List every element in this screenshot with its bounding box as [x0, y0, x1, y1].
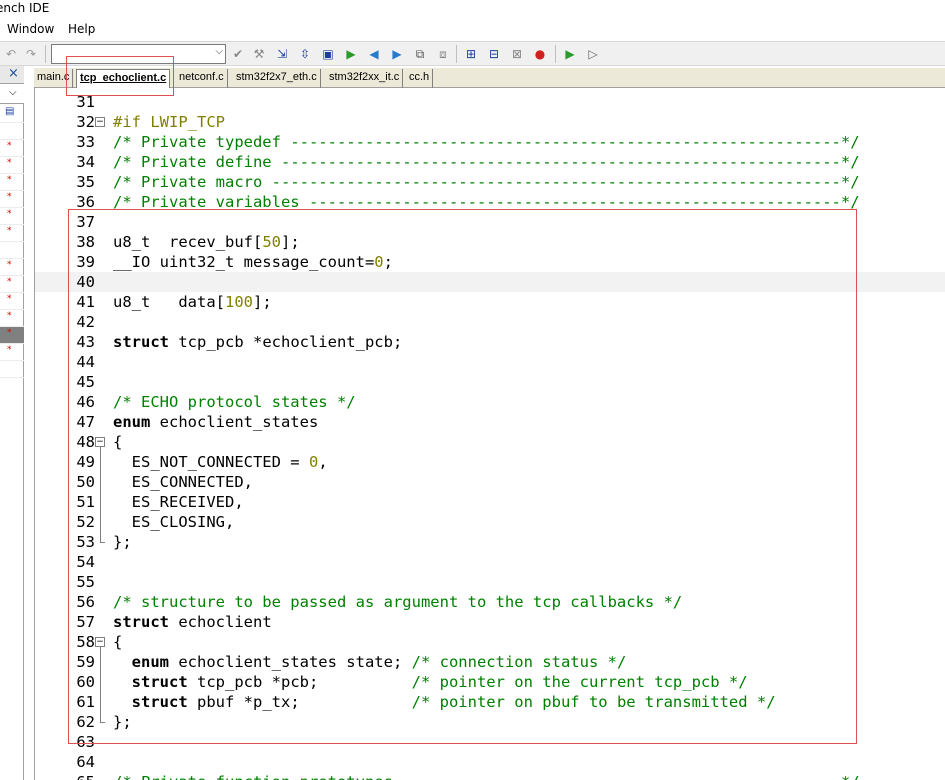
modified-marker-icon: *: [7, 345, 12, 355]
line-number: 34: [76, 153, 95, 171]
batch-build-icon[interactable]: ⊟: [485, 46, 503, 62]
code-line[interactable]: 34 /* Private define --------------------…: [35, 152, 945, 172]
chevron-down-icon[interactable]: ⌵: [9, 87, 17, 98]
bookmark-next-icon[interactable]: ▶: [342, 46, 360, 62]
code-token: /* Private function prototypes ---------…: [113, 773, 860, 780]
workspace-file-row[interactable]: *: [0, 344, 24, 361]
workspace-file-row[interactable]: *: [0, 208, 24, 225]
tab-netconf-c[interactable]: netconf.c: [176, 69, 228, 88]
code-token: #if LWIP_TCP: [113, 113, 225, 131]
tab-cc-h[interactable]: cc.h: [406, 69, 434, 88]
workspace-file-row[interactable]: *: [0, 259, 24, 276]
workspace-file-row[interactable]: *: [0, 140, 24, 157]
tab-stm32f2xx-it-c[interactable]: stm32f2xx_it.c: [326, 69, 404, 88]
go-to-icon[interactable]: ⇲: [273, 46, 291, 62]
code-line[interactable]: 65 /* Private function prototypes -------…: [35, 772, 945, 780]
workspace-file-row[interactable]: *: [0, 310, 24, 327]
window-title: ench IDE: [0, 1, 50, 15]
toolbar-separator: [456, 45, 457, 63]
debug-no-download-icon[interactable]: ▷: [584, 46, 602, 62]
line-number: 33: [76, 133, 95, 151]
workspace-file-row[interactable]: *: [0, 327, 24, 344]
highlight-box-code: [68, 209, 857, 744]
modified-marker-icon: *: [7, 294, 12, 304]
workspace-file-row[interactable]: [0, 361, 24, 378]
menu-item-help[interactable]: Help: [68, 22, 95, 36]
modified-marker-icon: *: [7, 158, 12, 168]
check-icon[interactable]: ✔: [229, 46, 247, 62]
modified-marker-icon: *: [7, 209, 12, 219]
menu-item-window[interactable]: Window: [7, 22, 54, 36]
modified-marker-icon: *: [7, 175, 12, 185]
code-token: /* Private define ----------------------…: [113, 153, 860, 171]
workspace-pane: × ⌵ ▤ * * * * * * * * * * * *: [0, 66, 24, 780]
modified-marker-icon: *: [7, 141, 12, 151]
find-in-files-icon[interactable]: ▣: [319, 46, 337, 62]
breakpoint-icon[interactable]: ●: [531, 46, 549, 62]
chevron-down-icon[interactable]: ⌵: [215, 46, 223, 57]
workspace-file-row[interactable]: *: [0, 293, 24, 310]
workspace-file-row[interactable]: *: [0, 276, 24, 293]
close-icon[interactable]: ×: [8, 66, 19, 81]
stop-build-icon[interactable]: ⊠: [508, 46, 526, 62]
code-text: /* Private typedef ---------------------…: [113, 132, 860, 152]
nav-back-icon[interactable]: ◀: [365, 46, 383, 62]
toolbar-separator: [45, 45, 46, 63]
workspace-file-row[interactable]: ▤: [0, 106, 24, 123]
workspace-file-row[interactable]: *: [0, 157, 24, 174]
line-number: 64: [76, 753, 95, 771]
workspace-file-row[interactable]: *: [0, 191, 24, 208]
workspace-file-row[interactable]: *: [0, 225, 24, 242]
menu-bar: Window Help: [0, 19, 945, 41]
download-debug-icon[interactable]: ▶: [561, 46, 579, 62]
modified-marker-icon: *: [7, 328, 12, 338]
code-text: /* Private define ----------------------…: [113, 152, 860, 172]
modified-marker-icon: *: [7, 260, 12, 270]
nav-forward-icon[interactable]: ▶: [388, 46, 406, 62]
line-number: 32: [76, 113, 95, 131]
code-text: #if LWIP_TCP: [113, 112, 225, 132]
code-token: /* Private typedef ---------------------…: [113, 133, 860, 151]
workspace-file-row[interactable]: *: [0, 174, 24, 191]
modified-marker-icon: *: [7, 226, 12, 236]
configuration-dropdown[interactable]: ⌵: [0, 84, 24, 104]
compile-icon[interactable]: ⧉: [411, 46, 429, 62]
code-text: /* Private macro -----------------------…: [113, 172, 860, 192]
workspace-pane-header: ×: [0, 66, 24, 84]
highlight-box-tab: [66, 56, 174, 96]
code-line[interactable]: 32− #if LWIP_TCP: [35, 112, 945, 132]
modified-marker-icon: *: [7, 277, 12, 287]
tab-stm32f2x7-eth-c[interactable]: stm32f2x7_eth.c: [233, 69, 321, 88]
file-group-icon: ▤: [5, 106, 15, 117]
undo-icon[interactable]: ↶: [2, 46, 20, 62]
code-line[interactable]: 64: [35, 752, 945, 772]
workspace-file-row[interactable]: [0, 242, 24, 259]
code-token: /* Private macro -----------------------…: [113, 173, 860, 191]
title-bar: ench IDE: [0, 0, 945, 19]
modified-marker-icon: *: [7, 311, 12, 321]
toggle-bookmark-icon[interactable]: ⇳: [296, 46, 314, 62]
code-text: /* Private function prototypes ---------…: [113, 772, 860, 780]
workspace-file-row[interactable]: [0, 123, 24, 140]
line-number: 35: [76, 173, 95, 191]
rebuild-icon[interactable]: ⊞: [462, 46, 480, 62]
line-number: 65: [69, 772, 95, 780]
modified-marker-icon: *: [7, 192, 12, 202]
make-icon[interactable]: ⧈: [434, 46, 452, 62]
code-line[interactable]: 33 /* Private typedef -------------------…: [35, 132, 945, 152]
code-line[interactable]: 35 /* Private macro ---------------------…: [35, 172, 945, 192]
fold-toggle-icon[interactable]: −: [95, 117, 105, 127]
toolbar-separator: [555, 45, 556, 63]
redo-icon[interactable]: ↷: [22, 46, 40, 62]
tool-icon[interactable]: ⚒: [250, 46, 268, 62]
